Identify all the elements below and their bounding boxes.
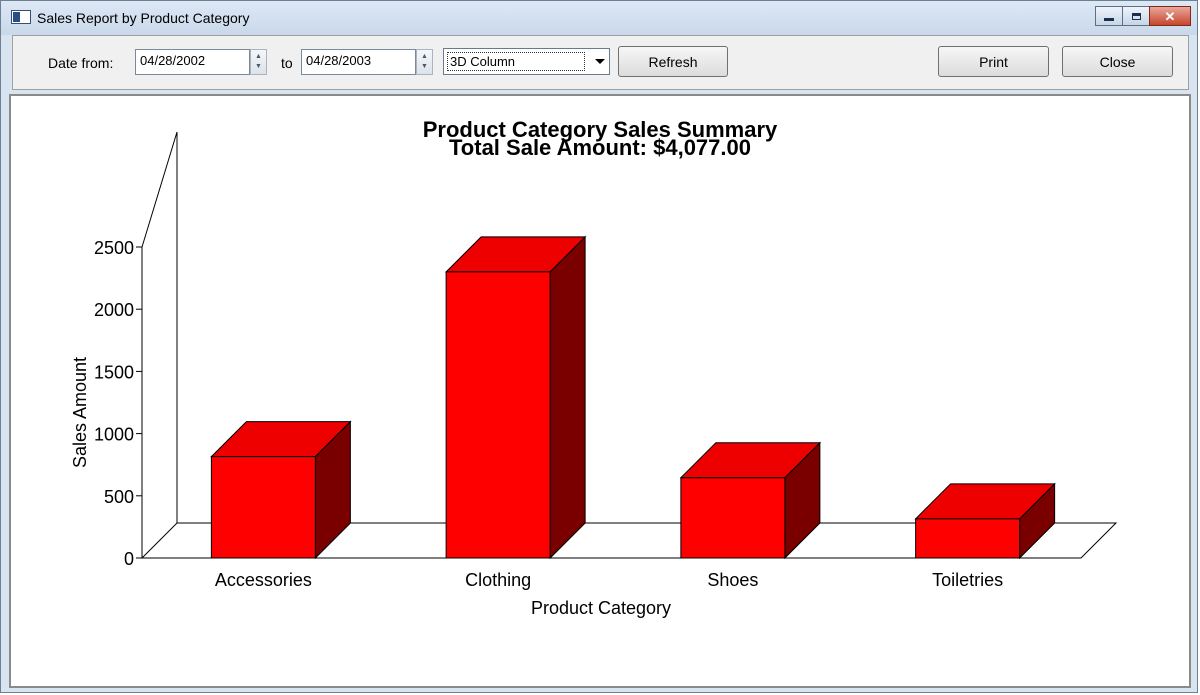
app-icon <box>11 10 31 24</box>
x-tick-label: Shoes <box>707 570 758 590</box>
y-tick-label: 0 <box>124 549 134 569</box>
title-bar[interactable]: Sales Report by Product Category ✕ <box>1 1 1197 35</box>
date-from-label: Date from: <box>48 55 114 71</box>
y-tick-label: 1000 <box>94 425 134 445</box>
date-to-field[interactable]: 04/28/2003 <box>301 49 416 75</box>
chart-type-value: 3D Column <box>447 52 585 71</box>
window-controls: ✕ <box>1095 6 1191 26</box>
close-button[interactable]: Close <box>1062 46 1173 77</box>
window-title: Sales Report by Product Category <box>37 10 250 26</box>
chevron-down-icon <box>595 59 605 64</box>
print-button[interactable]: Print <box>938 46 1049 77</box>
x-axis-label: Product Category <box>531 598 671 618</box>
report-window: Sales Report by Product Category ✕ Date … <box>0 0 1198 693</box>
maximize-icon <box>1131 12 1141 20</box>
date-from-field[interactable]: 04/28/2002 <box>135 49 250 75</box>
spin-up-icon: ▲ <box>255 53 262 60</box>
x-tick-label: Clothing <box>465 570 531 590</box>
y-tick-label: 2500 <box>94 238 134 258</box>
spin-down-icon: ▼ <box>255 63 262 70</box>
chart-subtitle: Total Sale Amount: $4,077.00 <box>449 135 751 160</box>
date-to-spinner[interactable]: ▲ ▼ <box>416 49 433 75</box>
bar-side <box>549 235 586 560</box>
y-tick-label: 500 <box>104 487 134 507</box>
chart-canvas: Product Category Sales SummaryTotal Sale… <box>70 117 1118 618</box>
close-window-button[interactable]: ✕ <box>1149 6 1191 26</box>
x-tick-label: Toiletries <box>932 570 1003 590</box>
chart-panel: Product Category Sales Summary Total Sale… <box>9 94 1191 688</box>
close-icon: ✕ <box>1164 8 1176 24</box>
bar <box>210 456 316 559</box>
maximize-button[interactable] <box>1122 6 1150 26</box>
refresh-button[interactable]: Refresh <box>618 46 728 77</box>
y-axis-label: Sales Amount <box>70 357 90 468</box>
bar <box>680 477 786 559</box>
y-tick-label: 1500 <box>94 362 134 382</box>
date-from-spinner[interactable]: ▲ ▼ <box>250 49 267 75</box>
chart-type-select[interactable]: 3D Column <box>443 48 610 75</box>
wall-top-edge <box>141 131 178 248</box>
minimize-icon <box>1104 17 1114 21</box>
date-to-label: to <box>281 55 293 71</box>
x-tick-label: Accessories <box>215 570 312 590</box>
spin-up-icon: ▲ <box>421 53 428 60</box>
bar <box>445 271 551 559</box>
minimize-button[interactable] <box>1095 6 1123 26</box>
y-tick-label: 2000 <box>94 300 134 320</box>
toolbar: Date from: 04/28/2002 ▲ ▼ to 04/28/2003 … <box>12 35 1189 90</box>
spin-down-icon: ▼ <box>421 63 428 70</box>
bar <box>915 518 1021 559</box>
